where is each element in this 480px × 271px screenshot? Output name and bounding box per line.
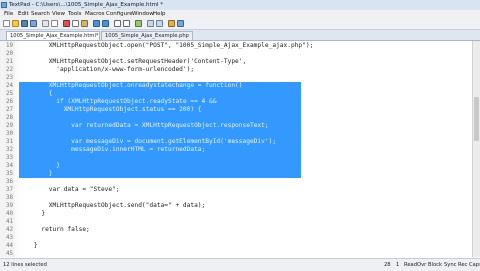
code-line[interactable]: { bbox=[19, 90, 53, 98]
line-number: 45 bbox=[6, 251, 13, 257]
tab-html-document[interactable]: 1005_Simple_Ajax_Example.html* bbox=[6, 31, 100, 40]
menu-configure[interactable]: Configure bbox=[106, 10, 133, 19]
code-line[interactable]: var returnedData = XMLHttpRequestObject.… bbox=[19, 122, 268, 130]
code-line[interactable]: XMLHttpRequestObject.open("POST", "1005_… bbox=[19, 42, 314, 50]
line-number: 22 bbox=[6, 67, 13, 73]
code-line[interactable]: XMLHttpRequestObject.onreadystatechange … bbox=[19, 82, 243, 90]
line-number: 42 bbox=[6, 227, 13, 233]
code-line[interactable]: } bbox=[19, 162, 60, 170]
code-line[interactable]: XMLHttpRequestObject.setRequestHeader('C… bbox=[19, 58, 246, 66]
text-selection-highlight bbox=[19, 82, 301, 178]
new-file-icon[interactable] bbox=[3, 20, 10, 27]
code-line[interactable]: var data = "Steve"; bbox=[19, 186, 120, 194]
print-icon[interactable] bbox=[42, 20, 49, 27]
status-recording: Rec bbox=[458, 262, 468, 268]
find-icon[interactable] bbox=[114, 20, 121, 27]
line-number: 31 bbox=[6, 139, 13, 145]
outdent-icon[interactable] bbox=[156, 20, 163, 27]
line-number: 41 bbox=[6, 219, 13, 225]
tool-run-icon[interactable] bbox=[168, 20, 175, 27]
line-number: 26 bbox=[6, 99, 13, 105]
line-number: 23 bbox=[6, 75, 13, 81]
line-number: 32 bbox=[6, 147, 13, 153]
line-number: 30 bbox=[6, 131, 13, 137]
undo-icon[interactable] bbox=[93, 20, 100, 27]
spell-check-icon[interactable] bbox=[135, 20, 142, 27]
code-line[interactable]: 'application/x-www-form-urlencoded'); bbox=[19, 66, 194, 74]
status-read-mode: Read bbox=[404, 262, 418, 268]
menu-file[interactable]: File bbox=[4, 10, 13, 19]
line-number: 39 bbox=[6, 203, 13, 209]
menu-edit[interactable]: Edit bbox=[18, 10, 29, 19]
line-number: 34 bbox=[6, 163, 13, 169]
status-line-number: 28 bbox=[384, 262, 391, 268]
line-number: 38 bbox=[6, 195, 13, 201]
line-number: 20 bbox=[6, 51, 13, 57]
code-line[interactable]: XMLHttpRequestObject.send("data=" + data… bbox=[19, 202, 205, 210]
line-number: 36 bbox=[6, 179, 13, 185]
line-number: 19 bbox=[6, 43, 13, 49]
menu-help[interactable]: Help bbox=[153, 10, 166, 19]
textpad-app-icon bbox=[1, 2, 7, 8]
code-line[interactable]: } bbox=[19, 242, 38, 250]
line-number: 33 bbox=[6, 155, 13, 161]
window-title: TextPad - C:\Users\...\1005_Simple_Ajax_… bbox=[9, 2, 164, 8]
document-tab-bar: 1005_Simple_Ajax_Example.html* 1005_Simp… bbox=[0, 30, 480, 41]
menu-window[interactable]: Window bbox=[132, 10, 154, 19]
menu-view[interactable]: View bbox=[52, 10, 65, 19]
status-column-number: 1 bbox=[396, 262, 400, 268]
menu-bar: File Edit Search View Tools Macros Confi… bbox=[0, 10, 480, 19]
tab-php-document[interactable]: 1005_Simple_Ajax_Example.php bbox=[101, 31, 193, 40]
line-number: 37 bbox=[6, 187, 13, 193]
code-line[interactable]: messageDiv.innerHTML = returnedData; bbox=[19, 146, 205, 154]
print-preview-icon[interactable] bbox=[51, 20, 58, 27]
paste-icon[interactable] bbox=[81, 20, 88, 27]
line-number: 28 bbox=[6, 115, 13, 121]
line-number: 44 bbox=[6, 243, 13, 249]
code-line[interactable]: if (XMLHttpRequestObject.readyState == 4… bbox=[19, 98, 216, 106]
toolbar bbox=[0, 19, 480, 30]
vertical-scrollbar[interactable] bbox=[472, 41, 480, 257]
line-number: 43 bbox=[6, 235, 13, 241]
copy-icon[interactable] bbox=[72, 20, 79, 27]
line-number: 21 bbox=[6, 59, 13, 65]
status-caps-lock: Caps bbox=[469, 262, 480, 268]
save-all-icon[interactable] bbox=[30, 20, 37, 27]
menu-tools[interactable]: Tools bbox=[68, 10, 82, 19]
open-folder-icon[interactable] bbox=[12, 20, 19, 27]
menu-search[interactable]: Search bbox=[31, 10, 50, 19]
code-line[interactable]: } bbox=[19, 210, 45, 218]
status-bar: 12 lines selected 28 1 Read Ovr Block Sy… bbox=[0, 258, 480, 271]
status-sync: Sync bbox=[444, 262, 457, 268]
indent-icon[interactable] bbox=[147, 20, 154, 27]
line-number: 27 bbox=[6, 107, 13, 113]
status-overwrite: Ovr bbox=[417, 262, 427, 268]
line-number: 24 bbox=[6, 83, 13, 89]
replace-icon[interactable] bbox=[123, 20, 130, 27]
code-line[interactable]: } bbox=[19, 170, 53, 178]
code-line[interactable]: return false; bbox=[19, 226, 89, 234]
status-block-mode: Block bbox=[428, 262, 443, 268]
cut-icon[interactable] bbox=[63, 20, 70, 27]
menu-macros[interactable]: Macros bbox=[85, 10, 105, 19]
code-editor[interactable]: 19 XMLHttpRequestObject.open("POST", "10… bbox=[0, 41, 472, 257]
code-line[interactable]: XMLHttpRequestObject.status == 200) { bbox=[19, 106, 202, 114]
code-line[interactable]: var messageDiv = document.getElementById… bbox=[19, 138, 276, 146]
redo-icon[interactable] bbox=[102, 20, 109, 27]
line-number: 40 bbox=[6, 211, 13, 217]
help-icon[interactable] bbox=[177, 20, 184, 27]
line-number: 35 bbox=[6, 171, 13, 177]
status-selection-count: 12 lines selected bbox=[3, 262, 47, 268]
save-icon[interactable] bbox=[21, 20, 28, 27]
scrollbar-thumb[interactable] bbox=[474, 97, 479, 141]
line-number: 29 bbox=[6, 123, 13, 129]
line-number: 25 bbox=[6, 91, 13, 97]
